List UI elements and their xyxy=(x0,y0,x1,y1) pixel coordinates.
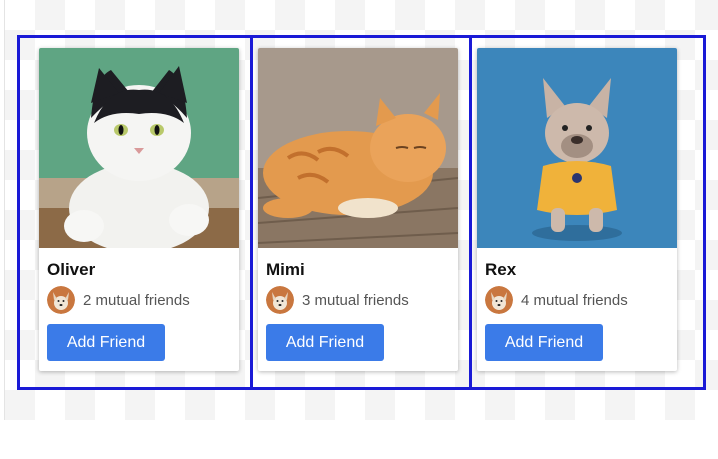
orange-tabby-cat-photo xyxy=(258,48,458,248)
friend-card-mimi: Mimi 3 mutual friends Add Friend xyxy=(258,48,458,371)
friend-name: Mimi xyxy=(266,260,305,279)
add-friend-button[interactable]: Add Friend xyxy=(47,324,165,361)
mutual-friends: 3 mutual friends xyxy=(266,286,409,314)
avatar xyxy=(47,286,75,314)
mutual-friends-count: 3 mutual friends xyxy=(302,291,409,309)
add-friend-button[interactable]: Add Friend xyxy=(266,324,384,361)
friend-name: Oliver xyxy=(47,260,96,279)
avatar xyxy=(485,286,513,314)
mutual-friends: 4 mutual friends xyxy=(485,286,628,314)
mutual-friends-count: 2 mutual friends xyxy=(83,291,190,309)
friend-card-oliver: Oliver 2 mutual friends Add Friend xyxy=(39,48,239,371)
mutual-friends-count: 4 mutual friends xyxy=(521,291,628,309)
black-white-cat-photo xyxy=(39,48,239,248)
mutual-friends: 2 mutual friends xyxy=(47,286,190,314)
friend-card-rex: Rex 4 mutual friends Add Friend xyxy=(477,48,677,371)
avatar xyxy=(266,286,294,314)
grid-cell: Rex 4 mutual friends Add Friend xyxy=(469,35,706,390)
friend-name: Rex xyxy=(485,260,517,279)
add-friend-button[interactable]: Add Friend xyxy=(485,324,603,361)
grid-cell: Mimi 3 mutual friends Add Friend xyxy=(250,35,472,390)
friend-suggestions-row: Oliver 2 mutual friends Add Friend Mimi … xyxy=(17,35,706,390)
grid-cell: Oliver 2 mutual friends Add Friend xyxy=(17,35,253,390)
french-bulldog-photo xyxy=(477,48,677,248)
